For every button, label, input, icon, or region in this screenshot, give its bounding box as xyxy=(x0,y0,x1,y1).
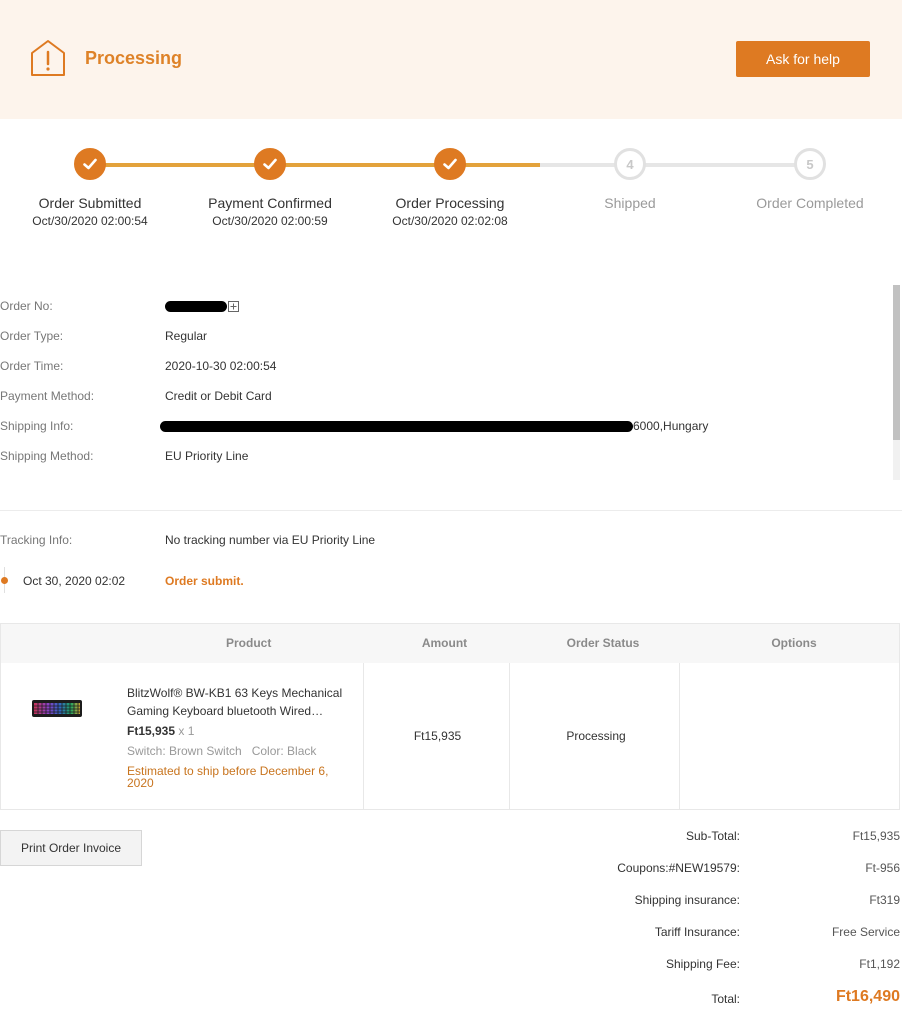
order-time-value: 2020-10-30 02:00:54 xyxy=(165,359,277,373)
payment-method-value: Credit or Debit Card xyxy=(165,389,272,403)
order-time-label: Order Time: xyxy=(0,359,64,373)
step-order-submitted: Order Submitted Oct/30/2020 02:00:54 xyxy=(0,148,180,228)
step-order-processing: Order Processing Oct/30/2020 02:02:08 xyxy=(360,148,540,228)
column-header-product: Product xyxy=(226,636,272,650)
ship-estimate: Estimated to ship before December 6, 202… xyxy=(127,764,329,790)
product-name-link[interactable]: BlitzWolf® BW-KB1 63 Keys Mechanical Gam… xyxy=(127,684,352,720)
shipping-method-label: Shipping Method: xyxy=(0,449,94,463)
coupon-row: Coupons:#NEW19579: Ft-956 xyxy=(560,861,900,881)
subtotal-label: Sub-Total: xyxy=(685,829,740,843)
timeline-dot xyxy=(1,577,8,584)
tariff-insurance-label: Tariff Insurance: xyxy=(654,925,740,939)
row-amount: Ft15,935 xyxy=(413,729,462,743)
row-order-status: Processing xyxy=(566,729,626,743)
product-price: Ft15,935 x 1 xyxy=(127,724,194,738)
subtotal-row: Sub-Total: Ft15,935 xyxy=(560,829,900,849)
step-label: Order Submitted xyxy=(38,195,142,211)
section-divider xyxy=(0,510,902,511)
order-no-value xyxy=(165,296,240,316)
step-time: Oct/30/2020 02:02:08 xyxy=(392,214,508,228)
payment-method-label: Payment Method: xyxy=(0,389,95,403)
step-time: Oct/30/2020 02:00:54 xyxy=(32,214,148,228)
shipping-method-value: EU Priority Line xyxy=(165,449,249,463)
print-order-invoice-button[interactable]: Print Order Invoice xyxy=(0,830,142,866)
tracking-info-label: Tracking Info: xyxy=(0,533,73,547)
unit-price: Ft15,935 xyxy=(127,724,176,738)
step-label: Shipped xyxy=(604,195,656,211)
tracking-info-value: No tracking number via EU Priority Line xyxy=(165,533,376,547)
step-label: Order Processing xyxy=(395,195,505,211)
scrollbar-thumb[interactable] xyxy=(893,285,900,440)
shipping-insurance-row: Shipping insurance: Ft319 xyxy=(560,893,900,913)
order-type-label: Order Type: xyxy=(0,329,64,343)
ask-for-help-button[interactable]: Ask for help xyxy=(736,41,870,77)
redacted-address xyxy=(160,421,633,433)
tracking-event-description: Order submit. xyxy=(165,574,244,588)
status-banner: Processing Ask for help xyxy=(0,0,902,119)
info-scrollbar[interactable] xyxy=(893,285,900,480)
shipping-fee-label: Shipping Fee: xyxy=(665,957,740,971)
order-product-table: Product Amount Order Status Options Blit… xyxy=(0,623,900,810)
shipping-insurance-label: Shipping insurance: xyxy=(634,893,740,907)
column-header-options: Options xyxy=(771,636,817,650)
tariff-insurance-row: Tariff Insurance: Free Service xyxy=(560,925,900,945)
shipping-insurance-value: Ft319 xyxy=(869,893,900,907)
column-header-amount: Amount xyxy=(421,636,468,650)
column-header-status: Order Status xyxy=(566,636,640,650)
total-row: Total: Ft16,490 xyxy=(560,988,900,1012)
copy-icon[interactable] xyxy=(228,301,240,313)
step-number-badge: 4 xyxy=(614,148,646,180)
order-status-title: Processing xyxy=(85,48,183,68)
redacted-order-number xyxy=(165,301,227,313)
shipping-info-value: 6000,Hungary xyxy=(160,416,708,436)
check-icon xyxy=(254,148,286,180)
order-no-label: Order No: xyxy=(0,299,53,313)
check-icon xyxy=(434,148,466,180)
subtotal-value: Ft15,935 xyxy=(852,829,900,843)
order-type-value: Regular xyxy=(165,329,208,343)
product-attributes: Switch: Brown Switch Color: Black xyxy=(127,744,317,758)
table-header: Product Amount Order Status Options xyxy=(1,624,899,663)
coupon-value: Ft-956 xyxy=(865,861,900,875)
step-order-completed: 5 Order Completed xyxy=(720,148,900,211)
quantity: x 1 xyxy=(178,724,195,738)
warning-icon xyxy=(31,40,65,76)
shipping-fee-value: Ft1,192 xyxy=(859,957,900,971)
product-thumbnail[interactable] xyxy=(32,700,82,717)
total-value: Ft16,490 xyxy=(835,988,900,1005)
shipping-fee-row: Shipping Fee: Ft1,192 xyxy=(560,957,900,977)
step-shipped: 4 Shipped xyxy=(540,148,720,211)
step-number-badge: 5 xyxy=(794,148,826,180)
shipping-address-visible: 6000,Hungary xyxy=(633,419,709,433)
check-icon xyxy=(74,148,106,180)
step-time: Oct/30/2020 02:00:59 xyxy=(212,214,328,228)
shipping-info-label: Shipping Info: xyxy=(0,419,74,433)
total-label: Total: xyxy=(711,992,740,1006)
step-payment-confirmed: Payment Confirmed Oct/30/2020 02:00:59 xyxy=(180,148,360,228)
coupon-label: Coupons:#NEW19579: xyxy=(617,861,740,875)
step-label: Payment Confirmed xyxy=(208,195,332,211)
tracking-event-time: Oct 30, 2020 02:02 xyxy=(23,574,126,588)
step-label: Order Completed xyxy=(756,195,864,211)
order-progress: Order Submitted Oct/30/2020 02:00:54 Pay… xyxy=(0,119,902,259)
tariff-insurance-value: Free Service xyxy=(831,925,900,939)
